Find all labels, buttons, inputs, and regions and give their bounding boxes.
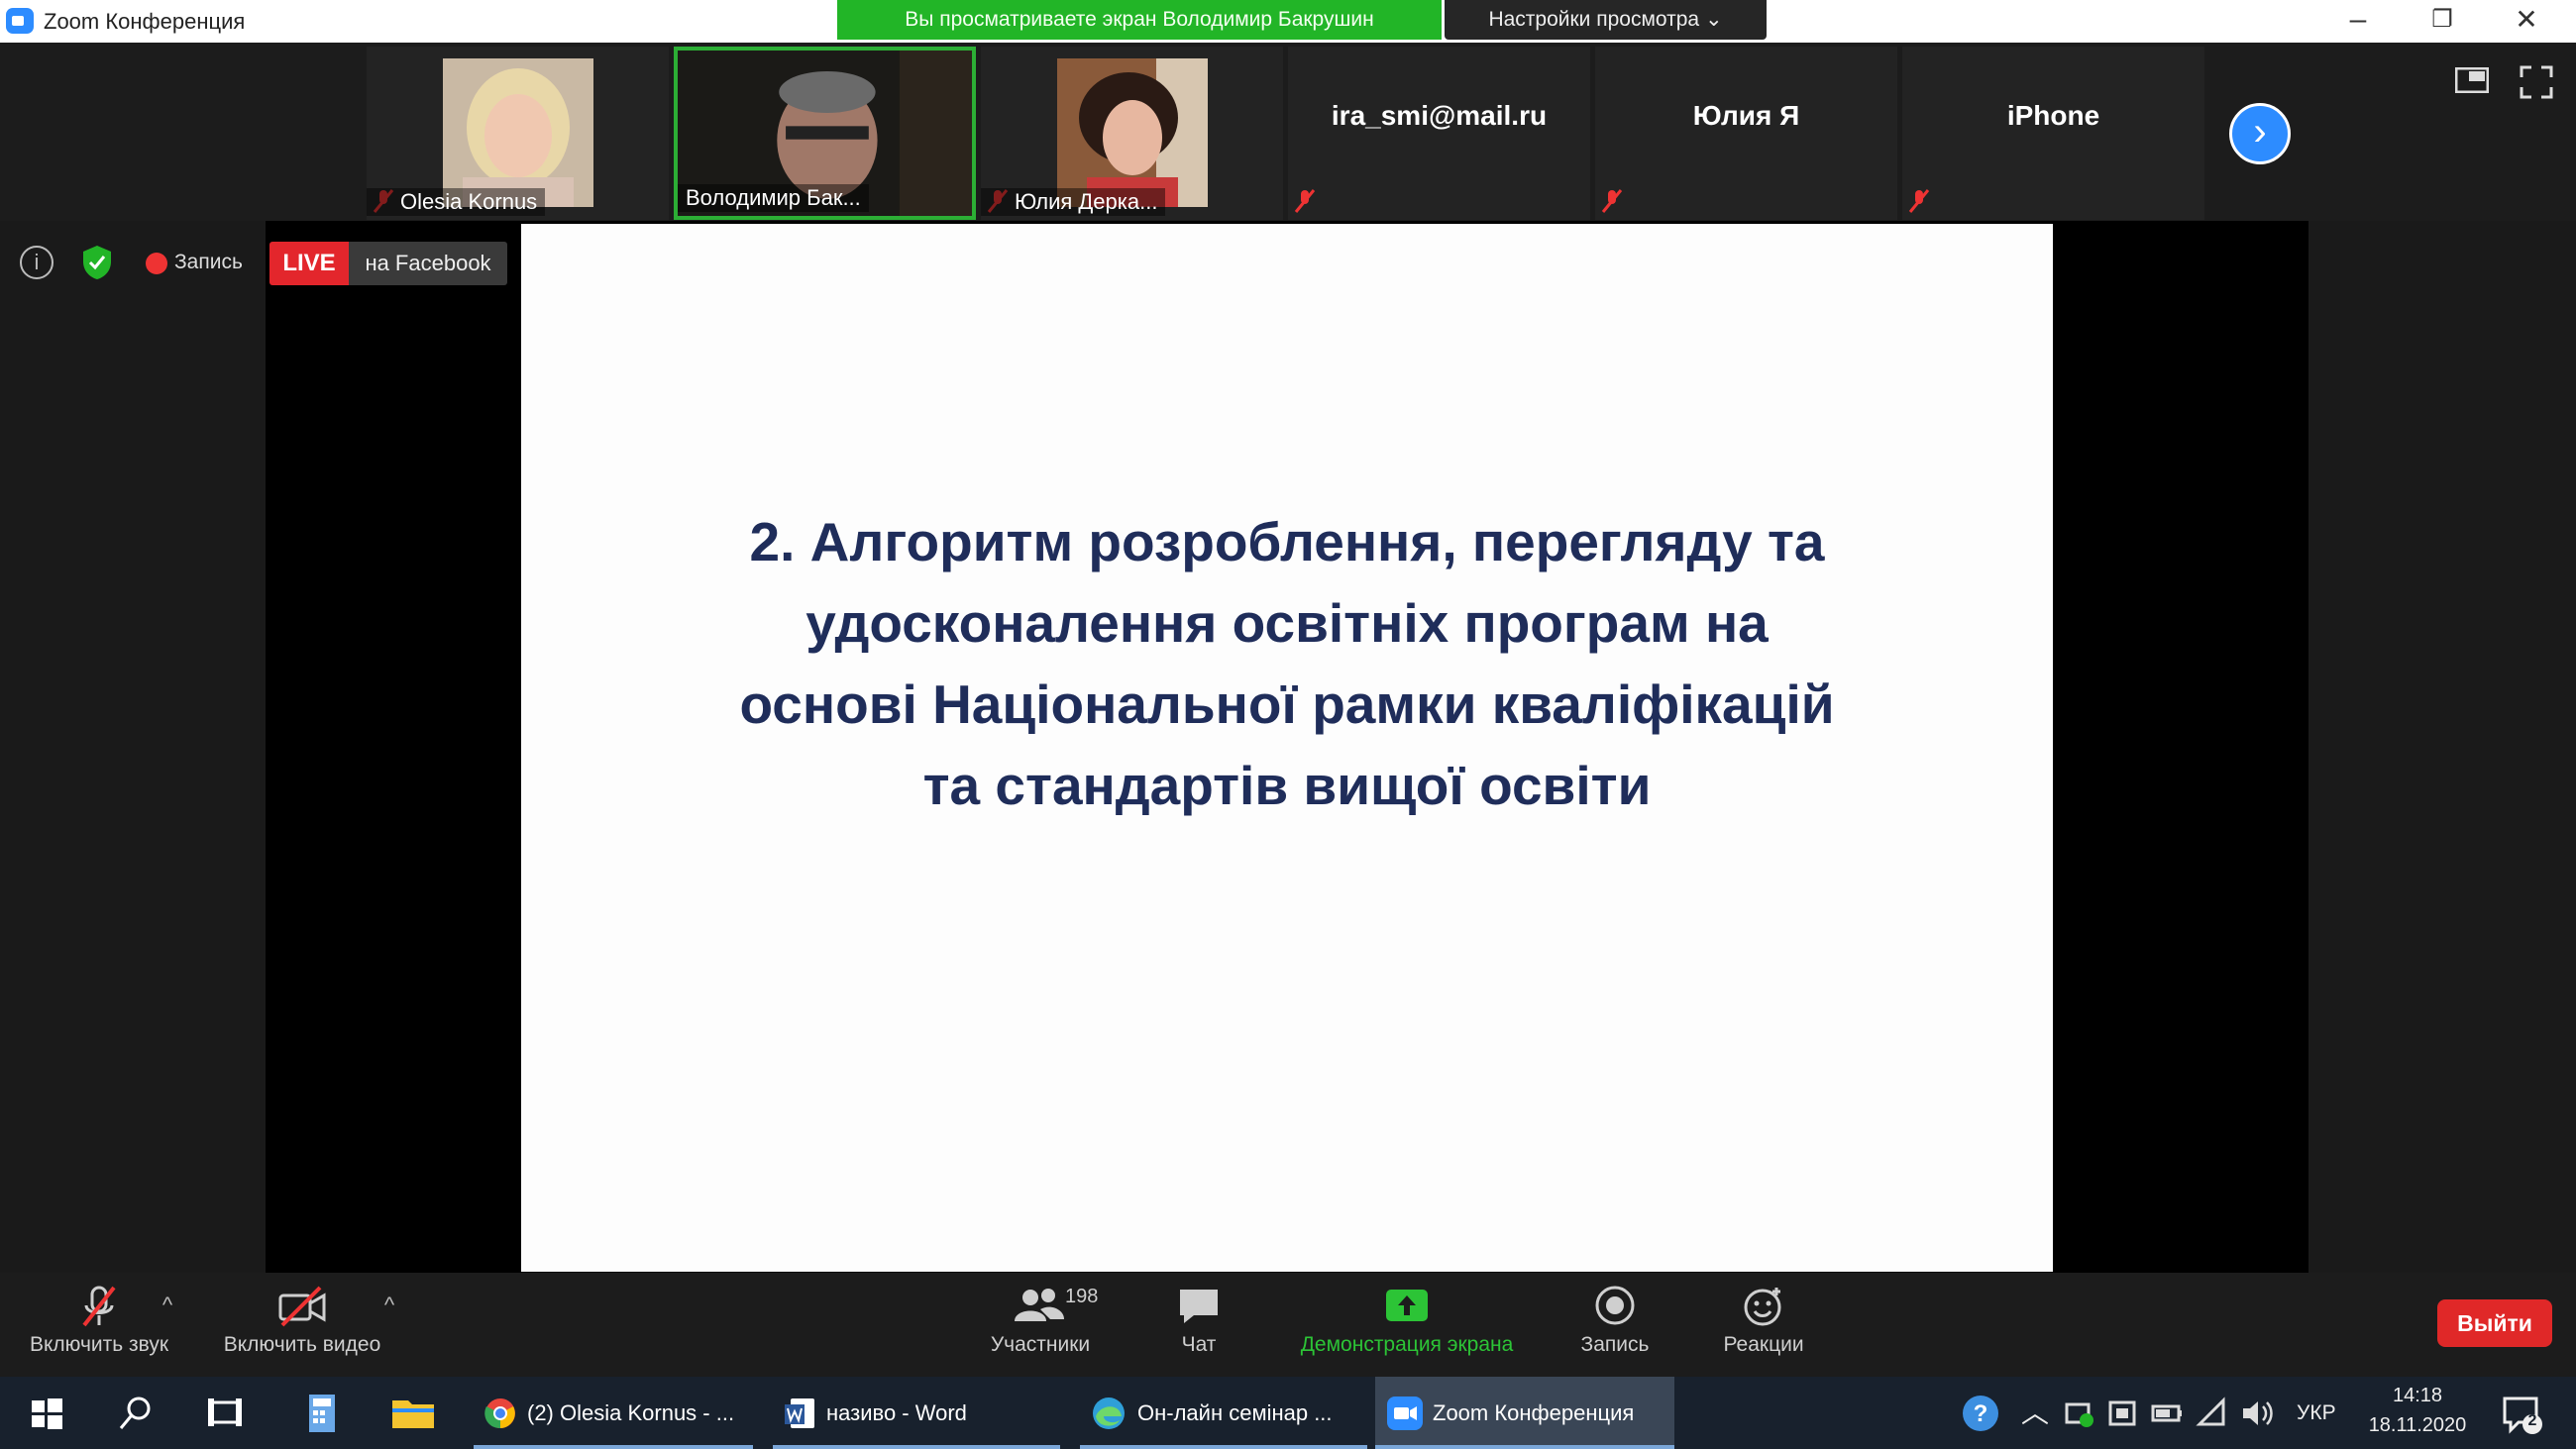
- start-video-button[interactable]: Включить видео: [208, 1278, 396, 1372]
- window-title: Zoom Конференция: [44, 9, 246, 34]
- participant-tile[interactable]: Юлия Я: [1595, 47, 1897, 220]
- restore-button[interactable]: ❐: [2403, 0, 2482, 43]
- svg-text:?: ?: [1974, 1400, 1988, 1427]
- help-icon[interactable]: ?: [1960, 1393, 2001, 1434]
- participant-name: Володимир Бак...: [678, 184, 869, 212]
- meeting-info-icon[interactable]: i: [20, 246, 54, 279]
- taskbar-task-active[interactable]: Zoom Конференция: [1375, 1377, 1674, 1449]
- search-icon[interactable]: [107, 1385, 164, 1442]
- live-stream-target[interactable]: на Facebook: [349, 242, 507, 285]
- minimize-button[interactable]: –: [2318, 0, 2398, 43]
- zoom-icon: [1387, 1397, 1423, 1430]
- participants-label: Участники: [990, 1333, 1091, 1356]
- next-page-chevron-icon[interactable]: ›: [2229, 103, 2291, 164]
- wifi-icon[interactable]: [2196, 1397, 2229, 1430]
- slide-heading: 2. Алгоритм розроблення, перегляду та уд…: [521, 501, 2053, 826]
- task-running-indicator: [1080, 1445, 1367, 1449]
- task-label: (2) Olesia Kornus - ...: [527, 1400, 735, 1425]
- presentation-slide: 2. Алгоритм розроблення, перегляду та уд…: [521, 224, 2053, 1272]
- chat-bubble-icon: [1180, 1290, 1218, 1323]
- windows-start-icon[interactable]: [18, 1385, 75, 1442]
- chrome-icon: [484, 1398, 515, 1429]
- clock-time: 14:18: [2392, 1385, 2443, 1406]
- volume-icon[interactable]: [2239, 1395, 2277, 1432]
- word-icon: [785, 1398, 814, 1428]
- clock-date: 18.11.2020: [2368, 1414, 2467, 1436]
- encryption-shield-icon[interactable]: [81, 244, 113, 281]
- leave-meeting-button[interactable]: Выйти: [2437, 1299, 2552, 1347]
- muted-mic-icon: [1908, 189, 1930, 213]
- start-video-label: Включить видео: [223, 1333, 381, 1356]
- live-badge: LIVE: [269, 242, 349, 285]
- task-label: називо - Word: [826, 1400, 967, 1425]
- view-options-dropdown[interactable]: Настройки просмотра ⌄: [1445, 0, 1767, 40]
- edge-icon: [1093, 1397, 1125, 1429]
- participant-name: ira_smi@mail.ru: [1331, 99, 1548, 131]
- participant-tile[interactable]: Юлия Дерка...: [981, 47, 1283, 220]
- calculator-icon[interactable]: [293, 1385, 351, 1442]
- reactions-button[interactable]: Реакции: [1704, 1278, 1823, 1372]
- record-label: Запись: [1580, 1333, 1650, 1356]
- screen-share-banner: Вы просматриваете экран Володимир Бакруш…: [837, 0, 1442, 40]
- tray-expand-chevron-icon[interactable]: ︿: [2021, 1377, 2049, 1449]
- notification-count: 2: [2527, 1412, 2537, 1429]
- participant-photo: [442, 58, 593, 207]
- video-options-caret[interactable]: ^: [376, 1293, 402, 1317]
- chat-label: Чат: [1181, 1333, 1217, 1356]
- participant-name: Юлия Я: [1692, 99, 1800, 131]
- muted-mic-icon: [1601, 189, 1623, 213]
- task-label: Он-лайн семінар ...: [1137, 1400, 1333, 1425]
- unmute-label: Включить звук: [29, 1333, 169, 1356]
- network-security-icon[interactable]: [2063, 1397, 2096, 1430]
- slide-line: 2. Алгоритм розроблення, перегляду та: [749, 511, 1825, 572]
- taskbar-task[interactable]: (2) Olesia Kornus - ...: [474, 1377, 753, 1449]
- battery-icon[interactable]: [2150, 1397, 2184, 1430]
- clock[interactable]: 14:18 18.11.2020: [2358, 1381, 2477, 1440]
- participant-name: Olesia Kornus: [367, 188, 546, 216]
- recording-indicator[interactable]: Запись: [139, 246, 243, 279]
- gallery-view-icon[interactable]: [2455, 67, 2489, 93]
- muted-microphone-icon: [82, 1286, 116, 1327]
- chat-button[interactable]: Чат: [1149, 1278, 1248, 1372]
- file-explorer-icon[interactable]: [384, 1385, 442, 1442]
- participant-photo: [1056, 58, 1208, 207]
- audio-options-caret[interactable]: ^: [155, 1293, 180, 1317]
- reactions-smiley-icon: [1744, 1288, 1781, 1326]
- task-running-indicator: [773, 1445, 1060, 1449]
- task-label: Zoom Конференция: [1433, 1400, 1635, 1425]
- participant-tile[interactable]: Olesia Kornus: [367, 47, 669, 220]
- share-screen-button[interactable]: Демонстрация экрана: [1278, 1278, 1536, 1372]
- participant-name: Юлия Дерка...: [981, 188, 1166, 216]
- participant-tile[interactable]: ira_smi@mail.ru: [1288, 47, 1590, 220]
- participants-icon: [1015, 1289, 1064, 1321]
- share-screen-label: Демонстрация экрана: [1300, 1333, 1514, 1356]
- slide-line: та стандартів вищої освіти: [922, 755, 1652, 816]
- muted-mic-icon: [1294, 189, 1316, 213]
- participant-tile[interactable]: iPhone: [1902, 47, 2204, 220]
- slide-line: основі Національної рамки кваліфікацій: [739, 673, 1835, 735]
- video-off-icon: [278, 1286, 326, 1327]
- taskbar-task[interactable]: називо - Word: [773, 1377, 1060, 1449]
- share-screen-icon: [1386, 1290, 1428, 1321]
- reactions-label: Реакции: [1723, 1333, 1804, 1356]
- close-button[interactable]: ✕: [2487, 0, 2566, 43]
- task-view-icon[interactable]: [196, 1385, 254, 1442]
- input-language[interactable]: УКР: [2297, 1377, 2336, 1449]
- taskbar-task[interactable]: Он-лайн семінар ...: [1080, 1377, 1367, 1449]
- onedrive-icon[interactable]: [2106, 1397, 2140, 1430]
- participants-count: 198: [1065, 1286, 1099, 1307]
- record-button[interactable]: Запись: [1556, 1278, 1674, 1372]
- record-icon: [1595, 1286, 1635, 1325]
- task-running-indicator: [474, 1445, 753, 1449]
- participant-tile-active-speaker[interactable]: Володимир Бак...: [674, 47, 976, 220]
- participant-name: iPhone: [2006, 99, 2100, 131]
- task-running-indicator: [1375, 1445, 1674, 1449]
- zoom-app-icon: [6, 8, 34, 34]
- fullscreen-icon[interactable]: [2520, 65, 2553, 99]
- slide-line: удосконалення освітніх програм на: [805, 592, 1769, 654]
